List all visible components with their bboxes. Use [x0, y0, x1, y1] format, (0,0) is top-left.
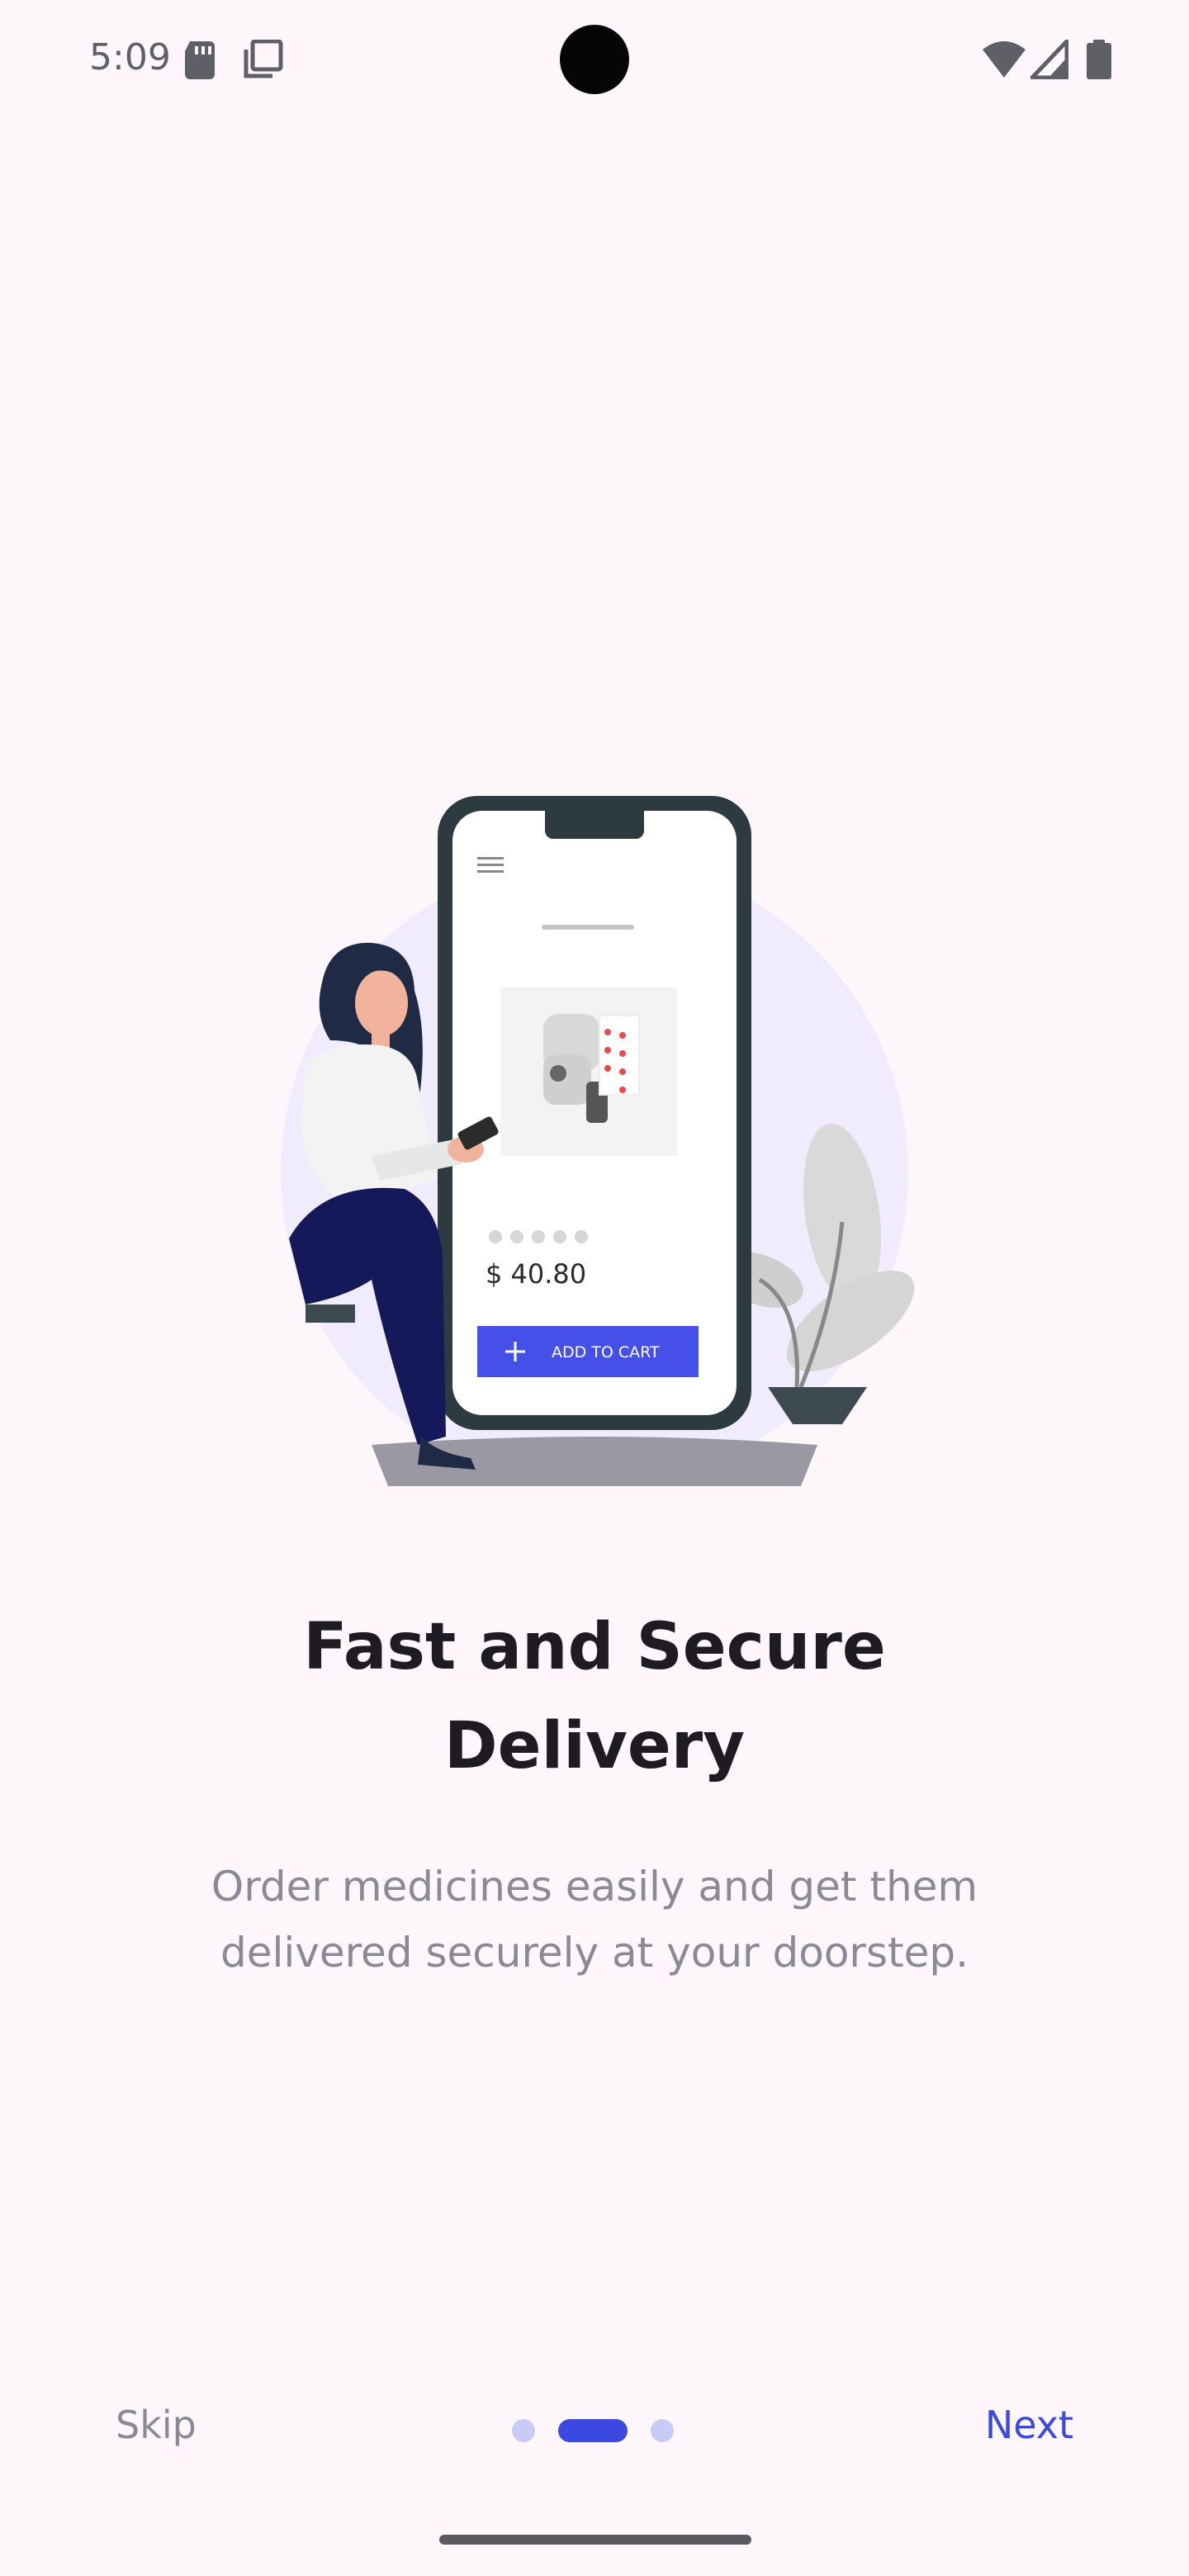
cell-signal-icon — [1030, 40, 1068, 79]
woman-with-phone-illustration: $ 40.80 ADD TO CART — [281, 796, 915, 1486]
subtitle-line: Order medicines easily and get them — [211, 1863, 978, 1911]
front-camera — [560, 25, 629, 94]
skip-button[interactable]: Skip — [116, 2403, 197, 2447]
title-line: Fast and Secure — [303, 1610, 886, 1684]
battery-icon — [1087, 40, 1111, 79]
page-indicator — [512, 2419, 677, 2444]
add-to-cart-label: ADD TO CART — [552, 1343, 660, 1361]
wifi-icon — [983, 41, 1026, 78]
phone-mockup: $ 40.80 ADD TO CART — [438, 796, 751, 1430]
next-button[interactable]: Next — [985, 2403, 1073, 2447]
onboarding-title: Fast and Secure Delivery — [0, 1598, 1189, 1796]
status-bar: 5:09 — [0, 0, 1189, 116]
page-dot — [651, 2419, 674, 2442]
screen-copy-icon — [244, 40, 283, 78]
onboarding-subtitle: Order medicines easily and get them deli… — [0, 1854, 1189, 1986]
subtitle-line: delivered securely at your doorstep. — [220, 1929, 969, 1977]
status-time: 5:09 — [89, 36, 171, 78]
home-indicator[interactable] — [439, 2535, 751, 2545]
page-dot — [512, 2419, 535, 2442]
product-price: $ 40.80 — [486, 1258, 586, 1290]
title-line: Delivery — [443, 1709, 746, 1783]
page-dot-active — [558, 2419, 628, 2442]
sd-card-icon — [185, 41, 215, 79]
